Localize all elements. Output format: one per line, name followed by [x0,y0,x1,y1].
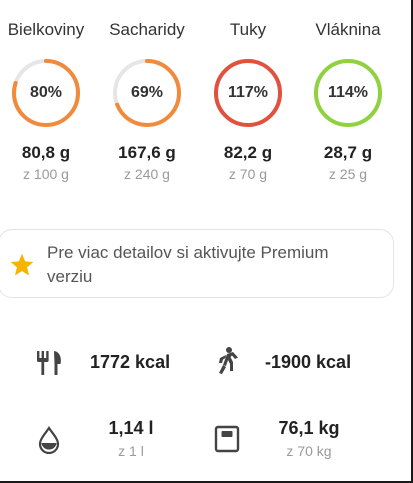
macro-value: 82,2 g [223,143,273,162]
food-kcal-value: 1772 kcal [90,352,171,372]
premium-banner[interactable]: Pre viac detailov si aktivujte Premium v… [0,229,394,298]
macro-percent: 80% [29,84,63,101]
scale-icon [214,425,240,453]
premium-text: Pre viac detailov si aktivujte Premium v… [47,243,329,286]
macro-target: z 25 g [328,166,368,182]
macro-name: Tuky [229,20,267,39]
weight-target: z 70 kg [286,443,332,459]
macro-value: 28,7 g [323,143,373,162]
macro-value: 167,6 g [118,143,176,162]
water-value: 1,14 l [108,418,154,438]
macro-percent: 69% [130,84,164,101]
fork-knife-icon [37,351,61,375]
activity-kcal-value: -1900 kcal [265,352,352,372]
weight-value: 76,1 kg [278,418,340,438]
macro-percent: 117% [227,84,269,101]
walking-person-icon [219,347,238,374]
macro-name: Vláknina [315,20,381,39]
macro-name: Sacharidy [109,20,185,39]
macro-name: Bielkoviny [7,20,85,39]
macro-target: z 240 g [124,166,170,182]
water-drop-icon [38,426,60,454]
macro-target: z 100 g [23,166,69,182]
macro-percent: 114% [327,84,369,101]
macro-value: 80,8 g [21,143,71,162]
macro-target: z 70 g [228,166,268,182]
water-target: z 1 l [118,443,144,459]
star-icon [10,253,34,276]
